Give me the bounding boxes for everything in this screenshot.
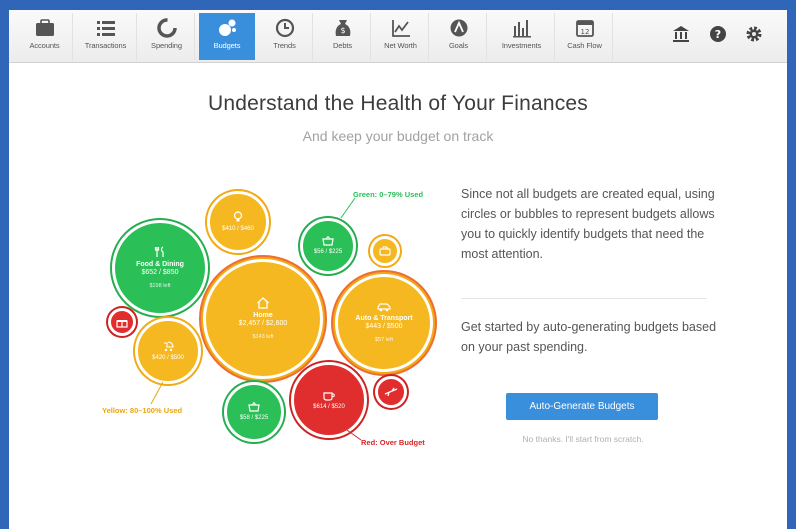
- budget-remaining: $143 left: [252, 334, 274, 341]
- budget-bubble-home[interactable]: Home $2,457 / $2,600 $143 left: [203, 259, 323, 379]
- tab-goals[interactable]: Goals: [431, 13, 487, 60]
- tab-accounts[interactable]: Accounts: [17, 13, 73, 60]
- tab-label: Net Worth: [384, 41, 417, 50]
- bubbles-icon: [219, 19, 236, 36]
- tab-label: Investments: [501, 41, 542, 50]
- budget-bubble-auto-transport[interactable]: Auto & Transport $443 / $500 $57 left: [335, 274, 433, 372]
- tab-investments[interactable]: Investments: [489, 13, 555, 60]
- tab-label: Accounts: [29, 41, 60, 50]
- lightbulb-icon: [233, 211, 243, 222]
- tab-label: Cash Flow: [567, 41, 602, 50]
- tab-label: Goals: [448, 41, 469, 50]
- tab-spending[interactable]: Spending: [139, 13, 195, 60]
- auto-generate-budgets-button[interactable]: Auto-Generate Budgets: [506, 393, 658, 420]
- budget-bubble-coffee[interactable]: $614 / $520: [291, 362, 367, 438]
- top-navigation-bar: Accounts Transactions Spending Budgets T…: [9, 10, 787, 63]
- budget-amount: $652 / $850: [141, 269, 179, 277]
- budget-bubble-small-yellow[interactable]: [370, 236, 400, 266]
- bank-button[interactable]: [669, 22, 693, 46]
- divider: [461, 298, 707, 299]
- budget-amount: $58 / $225: [239, 415, 269, 422]
- budget-name: Food & Dining: [136, 261, 184, 269]
- money-bag-icon: $: [335, 20, 350, 36]
- settings-icon: [746, 26, 762, 42]
- tab-label: Spending: [151, 41, 182, 50]
- coffee-cup-icon: [323, 391, 335, 401]
- line-chart-icon: [391, 20, 410, 37]
- legend-yellow-leader-line: [150, 381, 164, 405]
- tab-net-worth[interactable]: Net Worth: [373, 13, 429, 60]
- stroller-icon: [164, 340, 174, 351]
- tab-trends[interactable]: Trends: [257, 13, 313, 60]
- legend-green-label: Green: 0–79% Used: [353, 190, 424, 199]
- goal-icon: [450, 19, 467, 37]
- list-icon: [96, 21, 115, 36]
- tab-label: Transactions: [84, 41, 127, 50]
- tab-cash-flow[interactable]: 12 Cash Flow: [557, 13, 613, 60]
- briefcase-icon: [35, 19, 54, 36]
- gift-icon: [116, 319, 128, 328]
- tab-budgets[interactable]: Budgets: [199, 13, 255, 60]
- budget-remaining: $57 left: [374, 337, 394, 344]
- svg-text:?: ?: [715, 28, 721, 41]
- bank-icon: [673, 26, 689, 42]
- budget-amount: $2,457 / $2,600: [238, 320, 288, 328]
- help-button[interactable]: ?: [706, 22, 730, 46]
- budget-bubble-gifts[interactable]: [108, 308, 136, 336]
- svg-text:$: $: [340, 26, 345, 35]
- budget-bubble-shopping[interactable]: $56 / $225: [300, 218, 356, 274]
- svg-text:12: 12: [580, 28, 589, 36]
- basket-icon: [248, 402, 260, 412]
- legend-red-label: Red: Over Budget: [361, 438, 425, 447]
- house-icon: [257, 297, 269, 309]
- tab-transactions[interactable]: Transactions: [75, 13, 137, 60]
- briefcase-icon: [379, 246, 391, 256]
- budget-amount: $614 / $520: [313, 403, 345, 410]
- budget-amount: $56 / $225: [313, 249, 343, 256]
- budget-amount: $443 / $500: [365, 323, 403, 331]
- tab-debts[interactable]: $ Debts: [315, 13, 371, 60]
- budget-amount: $420 / $500: [152, 354, 184, 361]
- tab-label: Budgets: [213, 41, 241, 50]
- clock-icon: [275, 18, 294, 38]
- calendar-icon: 12: [575, 20, 594, 37]
- legend-yellow-label: Yellow: 80–100% Used: [102, 406, 183, 415]
- budget-remaining: $198 left: [149, 283, 171, 290]
- budget-name: Auto & Transport: [355, 315, 413, 323]
- budget-bubble-kids[interactable]: $420 / $500: [135, 318, 201, 384]
- intro-paragraph: Since not all budgets are created equal,…: [461, 187, 715, 261]
- budget-bubble-utilities[interactable]: $410 / $460: [207, 191, 269, 253]
- budget-bubble-groceries[interactable]: $58 / $225: [224, 382, 284, 442]
- help-icon: ?: [710, 26, 726, 42]
- tab-label: Trends: [273, 41, 296, 50]
- fork-knife-icon: [154, 246, 164, 258]
- car-icon: [377, 303, 391, 312]
- page-title: Understand the Health of Your Finances: [207, 92, 588, 115]
- basket-icon: [322, 236, 334, 246]
- settings-button[interactable]: [742, 22, 766, 46]
- legend-red-leader-line: [346, 429, 362, 441]
- get-started-paragraph: Get started by auto-generating budgets b…: [461, 320, 717, 354]
- budget-name: Home: [253, 312, 273, 320]
- budget-bubble-travel[interactable]: [375, 376, 407, 408]
- budget-bubble-food-dining[interactable]: Food & Dining $652 / $850 $198 left: [112, 220, 208, 316]
- start-from-scratch-link[interactable]: No thanks. I'll start from scratch.: [479, 434, 687, 444]
- page-subtitle: And keep your budget on track: [302, 128, 494, 144]
- tab-label: Debts: [332, 41, 353, 50]
- bar-chart-icon: [512, 20, 531, 38]
- airplane-icon: [384, 387, 398, 397]
- legend-green-leader-line: [340, 197, 356, 219]
- pie-chart-icon: [156, 18, 177, 38]
- budget-amount: $410 / $460: [222, 226, 254, 233]
- app-window: Accounts Transactions Spending Budgets T…: [9, 8, 787, 529]
